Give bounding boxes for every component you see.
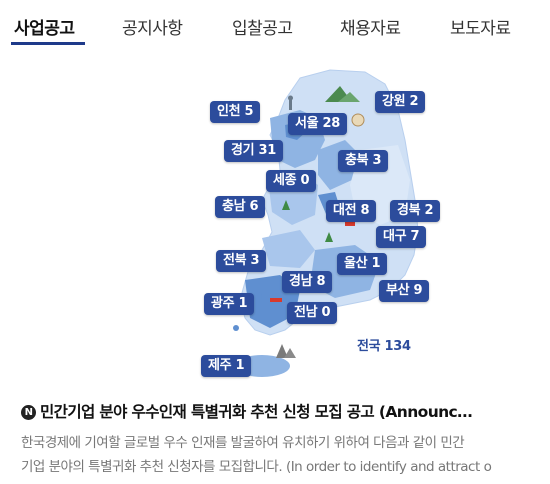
region-jeonnam[interactable]: 전남 0 [287, 302, 338, 324]
new-badge-icon: N [21, 405, 36, 420]
region-gyeongnam[interactable]: 경남 8 [282, 271, 333, 293]
region-ulsan[interactable]: 울산 1 [337, 253, 388, 275]
region-gwangju[interactable]: 광주 1 [204, 293, 255, 315]
region-gangwon[interactable]: 강원 2 [375, 91, 426, 113]
region-busan[interactable]: 부산 9 [379, 280, 430, 302]
region-jeonbuk[interactable]: 전북 3 [216, 250, 267, 272]
food-icon [351, 113, 365, 127]
region-daegu[interactable]: 대구 7 [376, 226, 427, 248]
korea-map-graphic [233, 69, 419, 377]
region-daejeon[interactable]: 대전 8 [326, 200, 377, 222]
rock-icon [276, 344, 296, 358]
region-total[interactable]: 전국 134 [357, 336, 411, 358]
korea-region-map: 인천 5 서울 28 강원 2 경기 31 충북 3 세종 0 충남 6 대전 … [0, 0, 550, 385]
region-gyeongbuk[interactable]: 경북 2 [390, 200, 441, 222]
region-jeju[interactable]: 제주 1 [201, 355, 252, 377]
region-incheon[interactable]: 인천 5 [210, 101, 261, 123]
region-seoul[interactable]: 서울 28 [288, 113, 348, 135]
region-chungbuk[interactable]: 충북 3 [338, 150, 389, 172]
article-title[interactable]: N 민간기업 분야 우수인재 특별귀화 추천 신청 모집 공고 (Announc… [21, 400, 536, 422]
article-summary-line-2: 기업 분야의 특별귀화 추천 신청자를 모집합니다. (In order to … [21, 459, 492, 475]
article-summary: 한국경제에 기여할 글로벌 우수 인재를 발굴하여 유치하기 위하여 다음과 같… [21, 431, 536, 479]
region-sejong[interactable]: 세종 0 [266, 170, 317, 192]
article-title-text: 민간기업 분야 우수인재 특별귀화 추천 신청 모집 공고 (Announc… [40, 403, 473, 421]
article-summary-line-1: 한국경제에 기여할 글로벌 우수 인재를 발굴하여 유치하기 위하여 다음과 같… [21, 435, 465, 451]
region-chungnam[interactable]: 충남 6 [215, 196, 266, 218]
region-gyeonggi[interactable]: 경기 31 [224, 140, 284, 162]
